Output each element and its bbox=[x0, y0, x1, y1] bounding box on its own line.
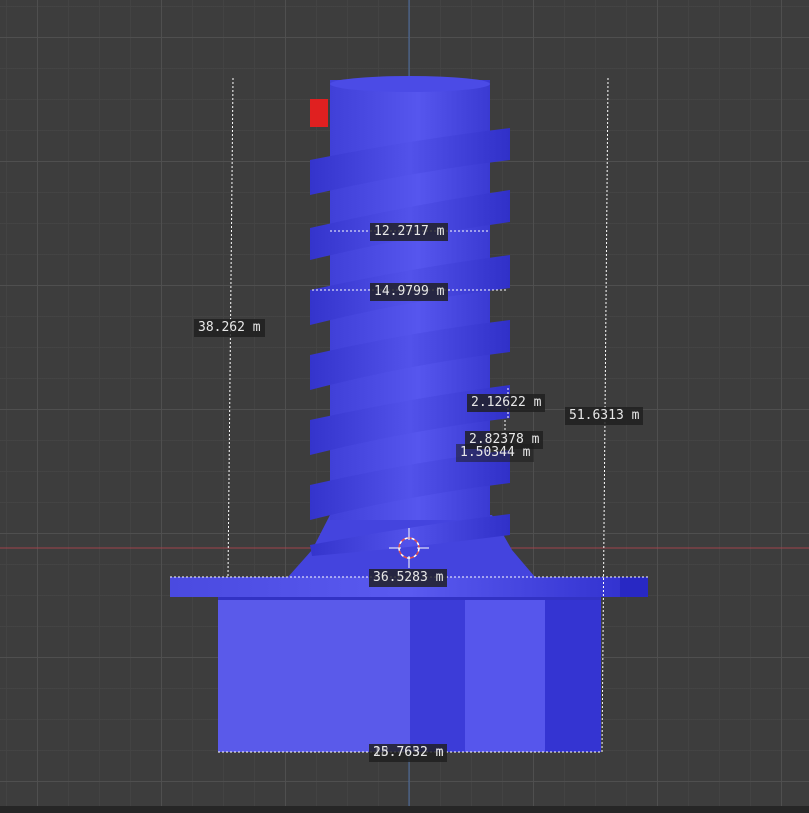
measure-total-height-left: 38.262 m bbox=[194, 319, 265, 337]
viewport-scene[interactable] bbox=[0, 0, 809, 813]
measure-base-width-b: 18.7652 m bbox=[373, 745, 444, 760]
measure-total-height-right: 51.6313 m bbox=[565, 407, 644, 425]
base-block[interactable] bbox=[218, 596, 601, 752]
origin-marker[interactable] bbox=[310, 99, 328, 127]
measure-flange-width: 36.5283 m bbox=[369, 569, 448, 587]
3d-viewport[interactable]: 38.262 m 51.6313 m 12.2717 m 14.9799 m 2… bbox=[0, 0, 809, 813]
measure-thread-outer-width: 14.9799 m bbox=[370, 283, 449, 301]
measure-shaft-inner-width: 12.2717 m bbox=[370, 223, 449, 241]
measure-thread-depth: 1.50344 m bbox=[456, 444, 535, 462]
measure-thread-pitch-a: 2.12622 m bbox=[467, 394, 546, 412]
viewport-bottom-bar bbox=[0, 806, 809, 813]
